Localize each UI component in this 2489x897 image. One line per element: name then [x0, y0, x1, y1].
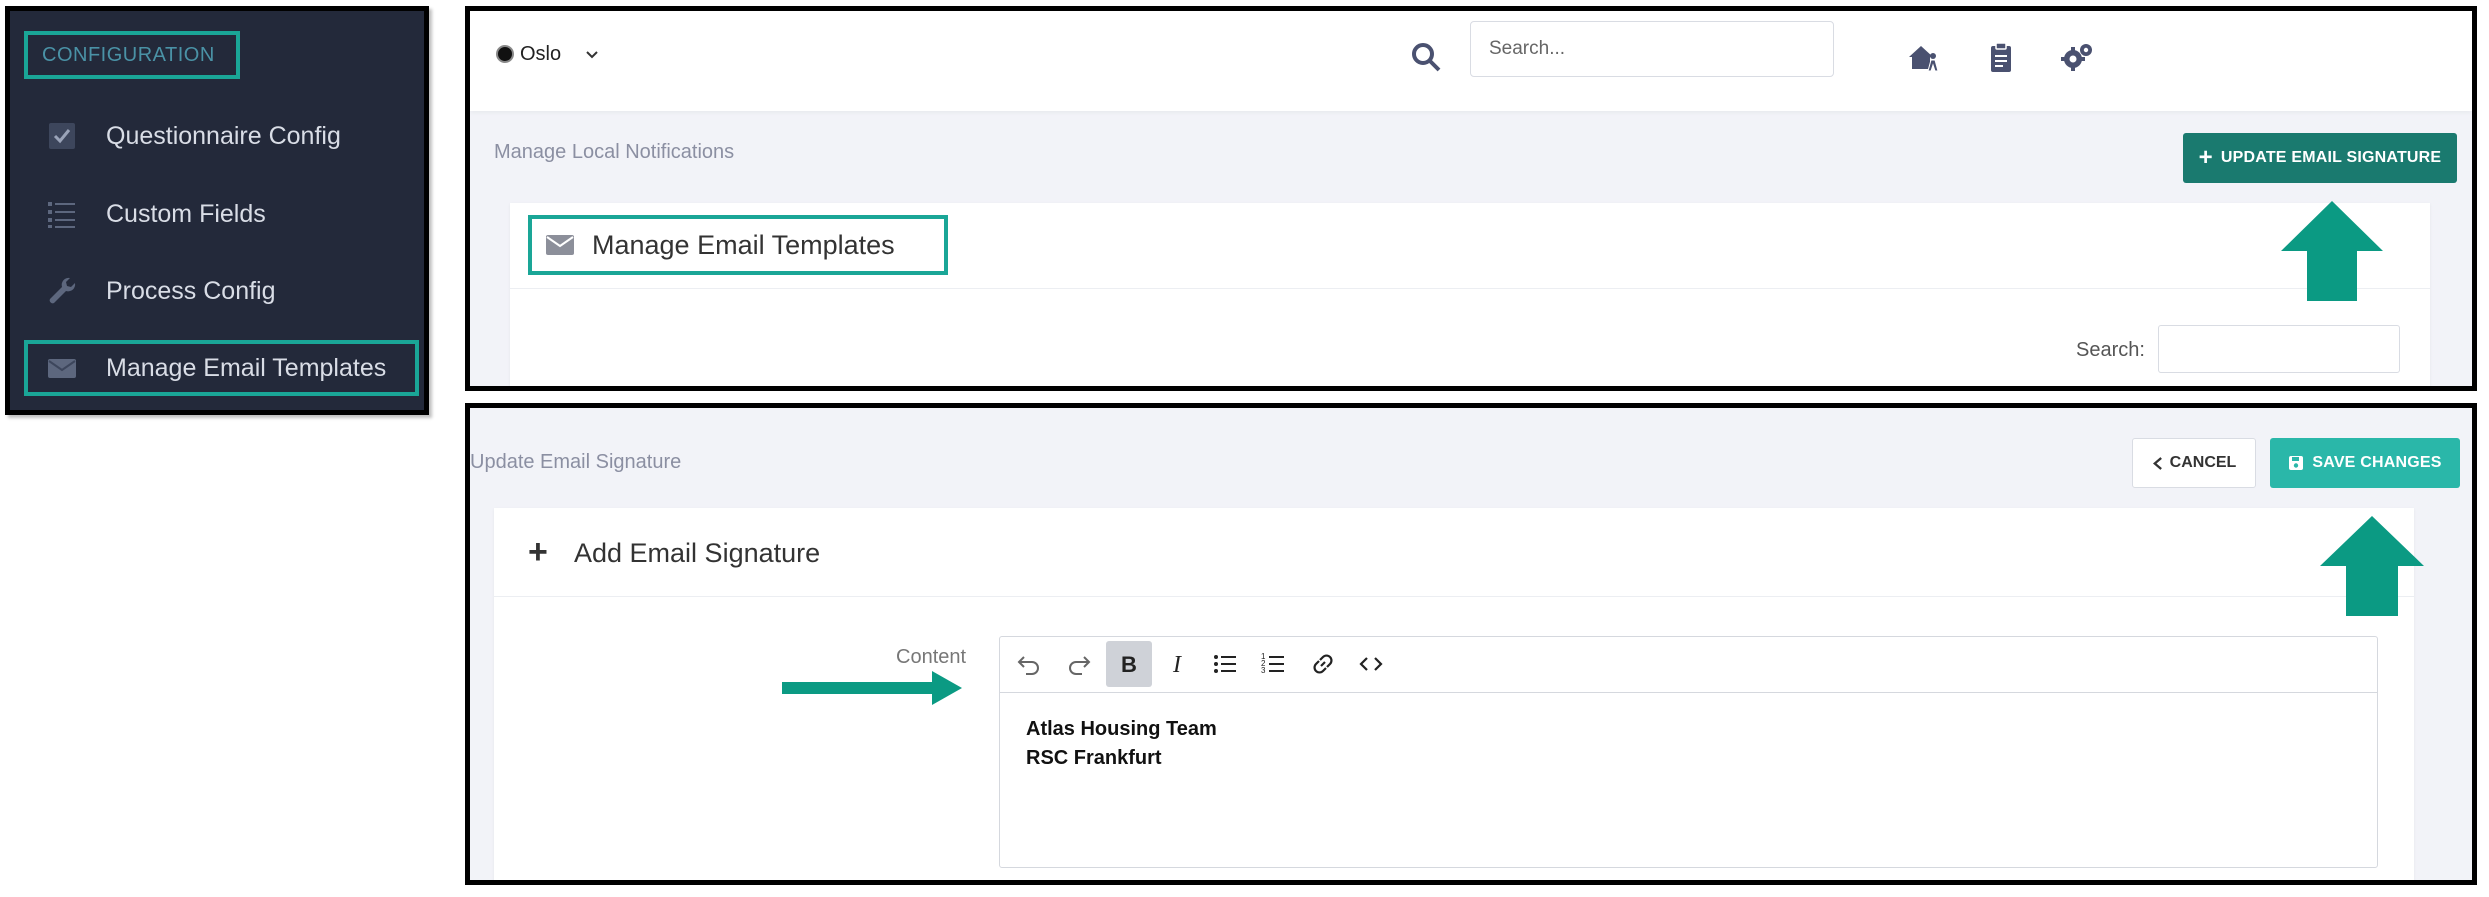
sidebar-item-label: Questionnaire Config: [106, 121, 341, 150]
link-icon: [1313, 654, 1333, 674]
chevron-left-icon: [2152, 456, 2162, 470]
global-search-input[interactable]: [1470, 21, 1834, 77]
arrow-up-annotation-icon: [2281, 201, 2383, 301]
button-label: UPDATE EMAIL SIGNATURE: [2220, 149, 2442, 166]
editor-toolbar: B I 1 2 3: [1000, 637, 2377, 693]
search-icon[interactable]: [1410, 41, 1442, 73]
code-icon: [1359, 657, 1383, 671]
button-label: CANCEL: [2169, 454, 2237, 471]
house-person-icon[interactable]: [1907, 41, 1941, 75]
sidebar-item-questionnaire-config[interactable]: Questionnaire Config: [24, 110, 419, 162]
table-search-label: Search:: [2076, 339, 2145, 361]
button-label: SAVE CHANGES: [2312, 454, 2442, 471]
rich-text-editor[interactable]: B I 1 2 3 Atlas Housing Team RSC Frankfu…: [999, 636, 2378, 868]
divider: [510, 288, 2430, 289]
link-button[interactable]: [1300, 641, 1346, 687]
card-title: Add Email Signature: [574, 538, 821, 568]
configuration-section-header: CONFIGURATION: [24, 31, 240, 79]
section-header-label: CONFIGURATION: [42, 43, 215, 66]
numbered-list-button[interactable]: 123: [1250, 641, 1296, 687]
sidebar-item-label: Manage Email Templates: [106, 353, 387, 382]
undo-icon: [1017, 656, 1039, 675]
svg-text:I: I: [1172, 652, 1182, 678]
svg-text:3: 3: [1261, 666, 1266, 675]
card-header: Manage Email Templates: [528, 215, 948, 275]
update-email-signature-button[interactable]: + UPDATE EMAIL SIGNATURE: [2183, 133, 2457, 183]
manage-notifications-panel: Oslo Search... Manage Local Notification…: [465, 6, 2477, 391]
arrow-right-annotation-icon: [782, 671, 962, 705]
save-changes-button[interactable]: SAVE CHANGES: [2270, 438, 2460, 488]
plus-icon: +: [2198, 144, 2213, 171]
sidebar-item-process-config[interactable]: Process Config: [24, 265, 419, 317]
sidebar-item-manage-email-templates[interactable]: Manage Email Templates: [24, 340, 419, 396]
email-templates-card: Manage Email Templates Search:: [510, 203, 2430, 386]
signature-line: RSC Frankfurt: [1026, 747, 1162, 769]
numbered-list-icon: 123: [1261, 652, 1284, 675]
italic-button[interactable]: I: [1154, 641, 1200, 687]
chevron-down-icon[interactable]: [584, 47, 600, 63]
breadcrumb: Manage Local Notifications: [494, 141, 735, 163]
signature-line: Atlas Housing Team: [1026, 718, 1217, 740]
cancel-button[interactable]: CANCEL: [2132, 438, 2256, 488]
italic-icon: I: [1172, 652, 1182, 678]
sidebar-item-custom-fields[interactable]: Custom Fields: [24, 188, 419, 240]
bold-icon: B: [1121, 652, 1137, 677]
card-title: Manage Email Templates: [592, 229, 895, 260]
bullet-list-icon: [1214, 655, 1236, 673]
wrench-icon: [49, 277, 76, 304]
check-square-icon: [49, 123, 75, 149]
redo-icon: [1069, 656, 1091, 675]
top-navbar: Oslo: [470, 11, 2472, 111]
redo-button[interactable]: [1056, 641, 1102, 687]
sidebar-item-label: Process Config: [106, 276, 276, 305]
save-icon: [2289, 456, 2304, 470]
sidebar-panel: CONFIGURATION Questionnaire Config Custo…: [5, 6, 429, 415]
undo-button[interactable]: [1006, 641, 1052, 687]
content-field-label: Content: [896, 646, 967, 668]
update-signature-panel: Update Email Signature CANCEL SAVE CHANG…: [465, 403, 2477, 885]
breadcrumb: Update Email Signature: [470, 451, 682, 473]
arrow-up-annotation-icon: [2320, 516, 2424, 616]
plus-icon: +: [528, 533, 548, 571]
editor-content[interactable]: Atlas Housing Team RSC Frankfurt: [1026, 715, 1217, 773]
code-view-button[interactable]: [1348, 641, 1394, 687]
svg-text:B: B: [1121, 652, 1137, 677]
bullet-list-button[interactable]: [1202, 641, 1248, 687]
list-icon: [48, 202, 75, 228]
sidebar-item-label: Custom Fields: [106, 199, 266, 228]
clipboard-icon[interactable]: [1984, 41, 2018, 75]
gears-icon[interactable]: [2060, 41, 2094, 75]
org-selector[interactable]: Oslo: [520, 43, 561, 66]
divider: [494, 596, 2414, 597]
org-status-dot: [496, 45, 514, 63]
bold-button[interactable]: B: [1106, 641, 1152, 687]
envelope-icon: [546, 235, 574, 255]
envelope-icon: [48, 359, 76, 378]
table-search-input[interactable]: [2158, 325, 2400, 373]
